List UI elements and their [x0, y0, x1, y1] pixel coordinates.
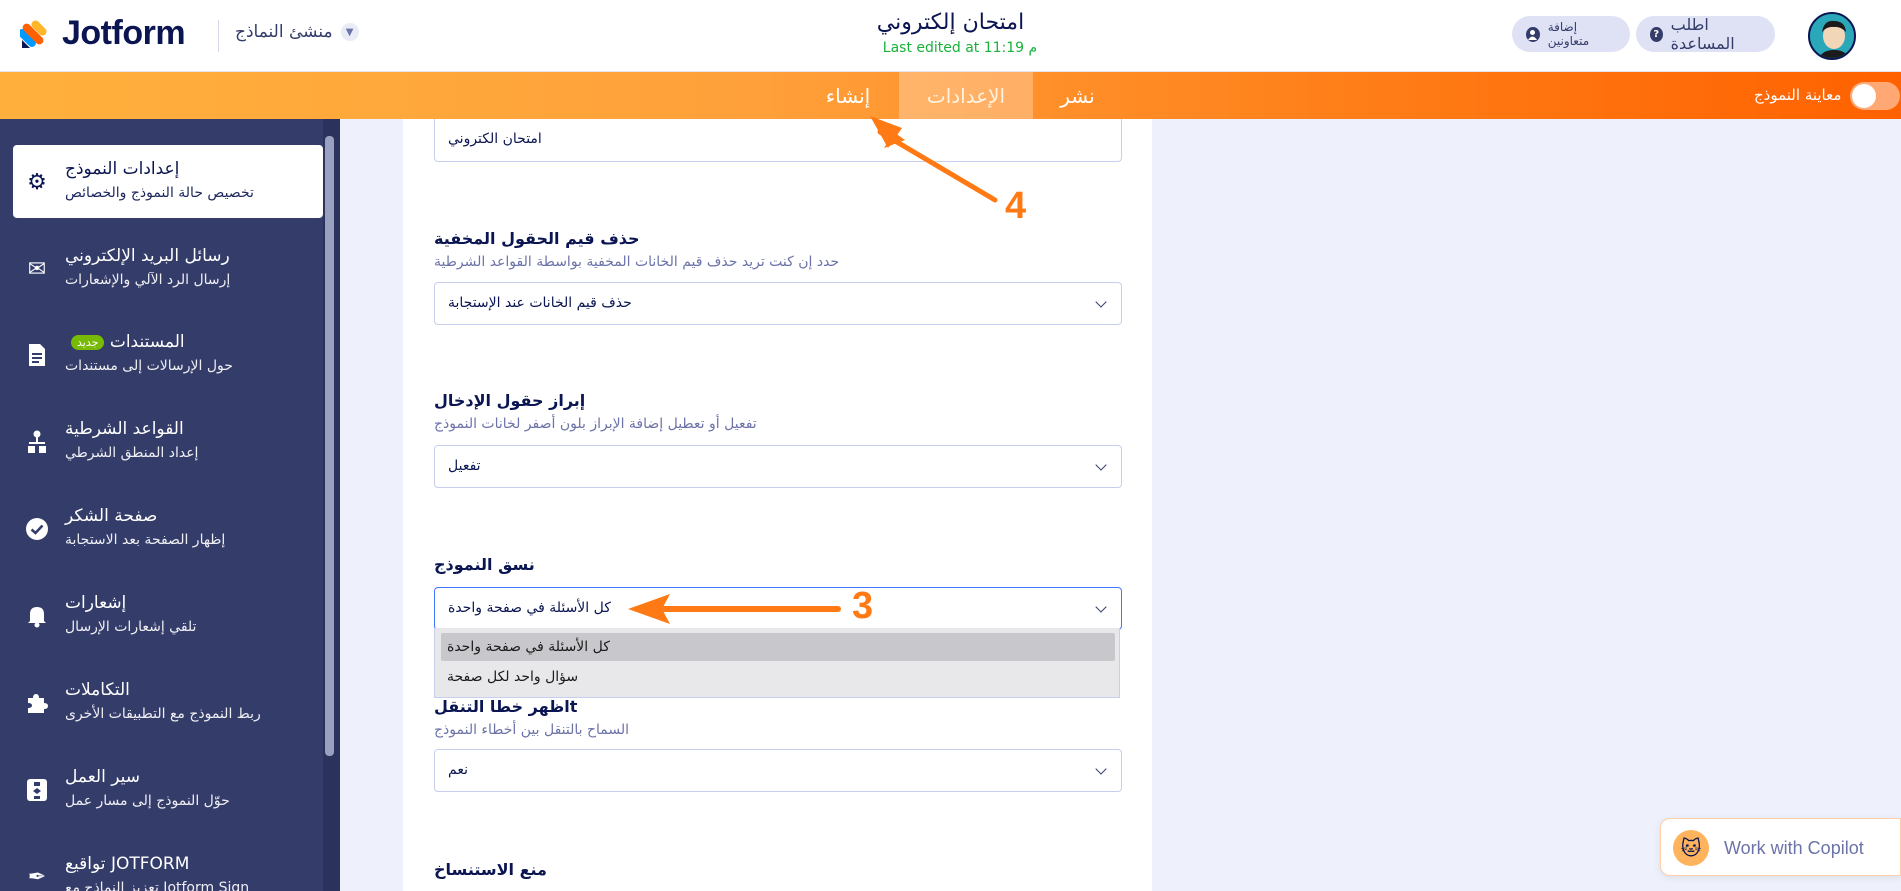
hidden-fields-select[interactable]: حذف قيم الخانات عند الإستجابة	[434, 282, 1122, 325]
sidebar-item-thank-you-page[interactable]: صفحة الشكر إظهار الصفحة بعد الاستجابة	[13, 492, 323, 565]
sidebar-item-title: سير العمل	[65, 767, 140, 787]
main-nav: إنشاء الإعدادات نشر معاينة النموذج	[0, 72, 1901, 119]
navigate-errors-select[interactable]: نعم	[434, 749, 1122, 792]
get-help-label: اطلب المساعدة	[1670, 15, 1735, 53]
sidebar-scrollbar[interactable]	[325, 136, 334, 756]
annotation-number-3: 3	[852, 585, 874, 627]
bell-icon	[25, 604, 49, 628]
gear-icon: ⚙	[27, 169, 47, 195]
field-label: نسق النموذج	[434, 555, 535, 574]
preview-form-toggle[interactable]	[1850, 82, 1900, 110]
sidebar-item-emails[interactable]: ✉ رسائل البريد الإلكتروني إرسال الرد الآ…	[13, 232, 323, 305]
field-label: منع الاستنساخ	[434, 860, 547, 879]
top-bar: Jotform منشئ النماذج ▼ امتحان إلكتروني L…	[0, 0, 1901, 72]
sidebar-item-subtitle: تعزيز النماذج مع Jotform Sign	[65, 880, 250, 891]
check-circle-icon	[25, 517, 49, 541]
tab-create[interactable]: إنشاء	[808, 72, 888, 119]
sidebar-item-subtitle: حوّل النموذج إلى مسار عمل	[65, 793, 230, 809]
prevent-clone-setting: منع الاستنساخ	[434, 860, 1122, 879]
sidebar-item-subtitle: تخصيص حالة النموذج والخصائص	[65, 185, 254, 201]
sidebar-item-form-settings[interactable]: ⚙ إعدادات النموذج تخصيص حالة النموذج وال…	[13, 145, 323, 218]
navigate-errors-setting: اظهر خطا التنقلt السماح بالتنقل بين أخطا…	[434, 697, 1122, 738]
highlight-select[interactable]: تفعيل	[434, 445, 1122, 488]
settings-sidebar: ⚙ إعدادات النموذج تخصيص حالة النموذج وال…	[0, 119, 340, 891]
new-badge: جديد	[71, 334, 105, 350]
chevron-down-icon	[1095, 601, 1107, 613]
field-description: السماح بالتنقل بين أخطاء النموذج	[434, 722, 630, 738]
sidebar-item-subtitle: إظهار الصفحة بعد الاستجابة	[65, 532, 226, 548]
add-collaborators-label: إضافة متعاونين	[1547, 20, 1590, 48]
layout-setting: نسق النموذج	[434, 555, 1122, 574]
select-value: تفعيل	[448, 458, 481, 474]
layout-select[interactable]: كل الأسئلة في صفحة واحدة	[434, 587, 1122, 630]
layout-dropdown-list: كل الأسئلة في صفحة واحدة سؤال واحد لكل ص…	[434, 628, 1120, 698]
sidebar-item-title: صفحة الشكر	[65, 506, 158, 526]
sidebar-item-subtitle: حول الإرسالات إلى مستندات	[65, 358, 233, 374]
sidebar-item-notifications[interactable]: إشعارات تلقي إشعارات الإرسال	[13, 579, 323, 652]
copilot-button[interactable]: 🐱 Work with Copilot	[1660, 818, 1901, 876]
sidebar-item-title: التكاملات	[65, 680, 130, 700]
form-title-value: امتحان الكتروني	[448, 131, 542, 147]
question-icon: ?	[1650, 26, 1663, 42]
field-description: حدد إن كنت تريد حذف قيم الخانات المخفية …	[434, 254, 840, 270]
sidebar-item-title: جديد المستندات	[65, 332, 185, 352]
chevron-down-icon	[1095, 296, 1107, 308]
sidebar-item-integrations[interactable]: التكاملات ربط النموذج مع التطبيقات الأخر…	[13, 666, 323, 739]
sidebar-item-title: إعدادات النموذج	[65, 159, 180, 179]
tab-publish[interactable]: نشر	[1040, 72, 1115, 119]
form-title-input[interactable]: امتحان الكتروني	[434, 119, 1122, 162]
select-value: حذف قيم الخانات عند الإستجابة	[448, 295, 632, 311]
field-label: إبراز حقول الإدخال	[434, 391, 586, 410]
chevron-down-icon	[1095, 763, 1107, 775]
sidebar-item-title: رسائل البريد الإلكتروني	[65, 246, 230, 266]
annotation-number-4: 4	[1005, 185, 1027, 227]
chevron-down-icon	[1095, 459, 1107, 471]
workflow-icon	[25, 778, 49, 802]
select-value: نعم	[448, 762, 468, 778]
sidebar-item-conditions[interactable]: القواعد الشرطية إعداد المنطق الشرطي	[13, 405, 323, 478]
sidebar-item-title: القواعد الشرطية	[65, 419, 184, 439]
get-help-button[interactable]: ? اطلب المساعدة	[1636, 15, 1775, 53]
dropdown-option[interactable]: كل الأسئلة في صفحة واحدة	[441, 633, 1115, 661]
copilot-avatar-icon: 🐱	[1673, 830, 1709, 866]
copilot-label: Work with Copilot	[1724, 838, 1864, 858]
toggle-knob	[1852, 84, 1876, 108]
tab-settings[interactable]: الإعدادات	[899, 72, 1033, 119]
highlight-setting: إبراز حقول الإدخال تفعيل أو تعطيل إضافة …	[434, 391, 1122, 432]
preview-form-label: معاينة النموذج	[1754, 86, 1842, 104]
sidebar-item-title: تواقيع JOTFORM	[65, 854, 190, 874]
add-collaborators-button[interactable]: إضافة متعاونين	[1512, 16, 1630, 52]
document-icon	[25, 343, 49, 367]
sidebar-item-workflows[interactable]: سير العمل حوّل النموذج إلى مسار عمل	[13, 753, 323, 826]
select-value: كل الأسئلة في صفحة واحدة	[448, 600, 611, 616]
puzzle-icon	[25, 691, 49, 715]
mail-icon: ✉	[27, 256, 47, 282]
sidebar-item-subtitle: إرسال الرد الآلي والإشعارات	[65, 272, 231, 288]
user-icon	[1526, 26, 1540, 42]
sidebar-item-subtitle: ربط النموذج مع التطبيقات الأخرى	[65, 706, 261, 722]
conditions-icon	[25, 430, 49, 454]
hidden-fields-setting: حذف قيم الحقول المخفية حدد إن كنت تريد ح…	[434, 229, 1122, 270]
field-description: تفعيل أو تعطيل إضافة الإبراز بلون أصفر ل…	[434, 416, 757, 432]
sidebar-item-sign[interactable]: ✒ تواقيع JOTFORM تعزيز النماذج مع Jotfor…	[13, 840, 323, 891]
dropdown-option[interactable]: سؤال واحد لكل صفحة	[441, 663, 1115, 691]
sidebar-item-documents[interactable]: جديد المستندات حول الإرسالات إلى مستندات	[13, 318, 323, 391]
pen-icon: ✒	[27, 864, 47, 890]
field-label: حذف قيم الحقول المخفية	[434, 229, 640, 248]
field-label: اظهر خطا التنقلt	[434, 697, 578, 716]
avatar[interactable]	[1808, 12, 1856, 60]
sidebar-item-title: إشعارات	[65, 593, 127, 613]
sidebar-item-subtitle: إعداد المنطق الشرطي	[65, 445, 199, 461]
sidebar-item-subtitle: تلقي إشعارات الإرسال	[65, 619, 197, 635]
